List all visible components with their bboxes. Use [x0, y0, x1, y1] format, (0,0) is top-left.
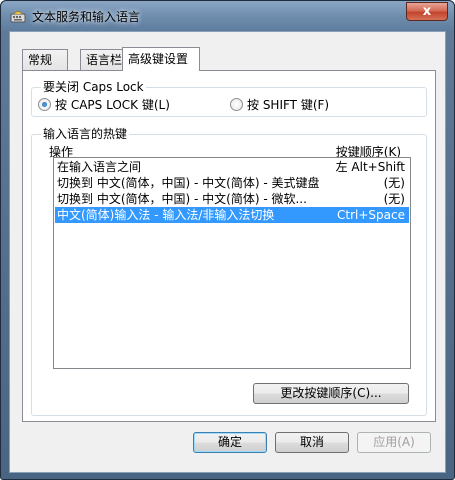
hotkey-action: 在输入语言之间: [57, 160, 142, 174]
hotkey-keys: (无): [383, 176, 405, 190]
title-bar[interactable]: 文本服务和输入语言 x: [1, 1, 454, 31]
tab-advanced-key-settings[interactable]: 高级键设置: [122, 47, 200, 71]
close-button[interactable]: x: [406, 2, 448, 21]
hotkeys-group-label: 输入语言的热键: [41, 127, 130, 141]
radio-caps-lock-key-label[interactable]: 按 CAPS LOCK 键(L): [55, 98, 170, 112]
radio-shift-key[interactable]: [230, 98, 243, 111]
hotkey-keys: Ctrl+Space: [337, 208, 405, 222]
dialog-window: 文本服务和输入语言 x 常规 语言栏 高级键设置 要关闭 Caps Lock 按…: [0, 0, 455, 480]
window-title: 文本服务和输入语言: [32, 10, 141, 24]
hotkey-keys: (无): [383, 192, 405, 206]
hotkey-keys: 左 Alt+Shift: [335, 160, 405, 174]
apply-button[interactable]: 应用(A): [357, 432, 431, 453]
hotkey-action: 切换到 中文(简体，中国) - 中文(简体) - 美式键盘: [57, 176, 320, 190]
hotkey-list[interactable]: 在输入语言之间 左 Alt+Shift 切换到 中文(简体，中国) - 中文(简…: [53, 157, 411, 369]
list-item-selected[interactable]: 中文(简体)输入法 - 输入法/非输入法切换 Ctrl+Space: [55, 207, 409, 223]
change-key-sequence-button[interactable]: 更改按键顺序(C)...: [253, 383, 409, 404]
list-item[interactable]: 切换到 中文(简体，中国) - 中文(简体) - 美式键盘 (无): [55, 175, 409, 191]
radio-caps-lock-key[interactable]: [38, 98, 51, 111]
cancel-button[interactable]: 取消: [275, 432, 349, 453]
dialog-client-area: 常规 语言栏 高级键设置 要关闭 Caps Lock 按 CAPS LOCK 键…: [9, 31, 446, 473]
tab-panel: 要关闭 Caps Lock 按 CAPS LOCK 键(L) 按 SHIFT 键…: [22, 70, 436, 422]
list-item[interactable]: 在输入语言之间 左 Alt+Shift: [55, 159, 409, 175]
ok-button[interactable]: 确定: [193, 432, 267, 453]
radio-shift-key-label[interactable]: 按 SHIFT 键(F): [247, 98, 329, 112]
hotkey-action: 中文(简体)输入法 - 输入法/非输入法切换: [57, 208, 275, 222]
tab-general[interactable]: 常规: [22, 49, 68, 70]
hotkey-action: 切换到 中文(简体，中国) - 中文(简体) - 微软...: [57, 192, 307, 206]
keyboard-app-icon: [10, 11, 26, 23]
caps-lock-group-label: 要关闭 Caps Lock: [41, 80, 146, 94]
list-item[interactable]: 切换到 中文(简体，中国) - 中文(简体) - 微软... (无): [55, 191, 409, 207]
